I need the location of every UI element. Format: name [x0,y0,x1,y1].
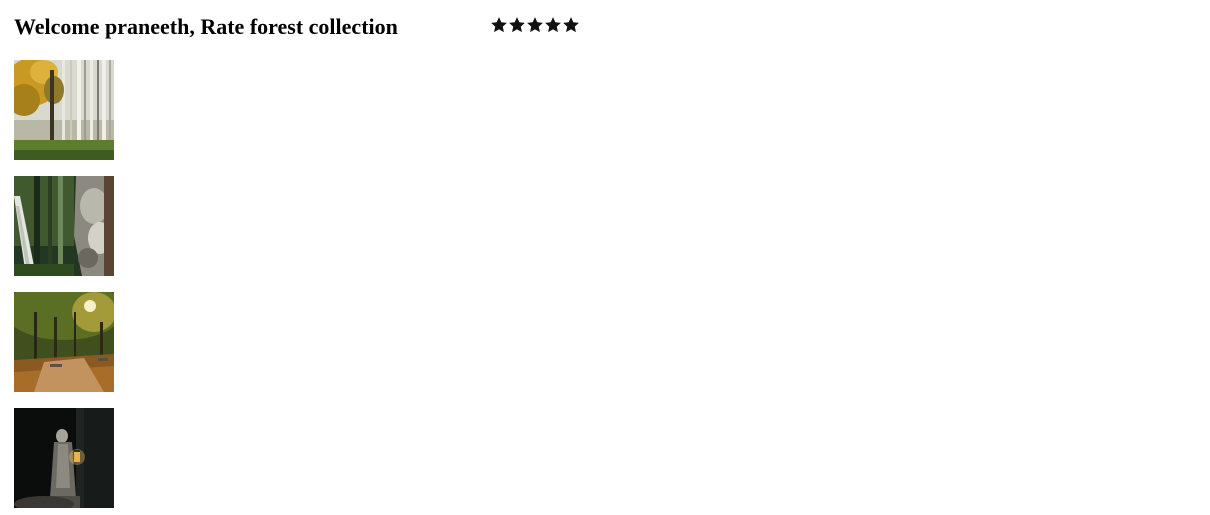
star-icon[interactable] [490,16,508,34]
forest-park-sunlight-image[interactable] [14,292,114,392]
page-header: Welcome praneeth, Rate forest collection [14,12,398,42]
forest-autumn-birch-image[interactable] [14,60,114,160]
forest-tree-bark-image[interactable] [14,176,114,276]
image-gallery [14,60,114,508]
star-icon[interactable] [508,16,526,34]
star-icon[interactable] [562,16,580,34]
page-title: Welcome praneeth, Rate forest collection [14,14,398,39]
star-icon[interactable] [526,16,544,34]
forest-dark-lantern-figure-image[interactable] [14,408,114,508]
star-rating[interactable] [490,16,580,34]
star-icon[interactable] [544,16,562,34]
